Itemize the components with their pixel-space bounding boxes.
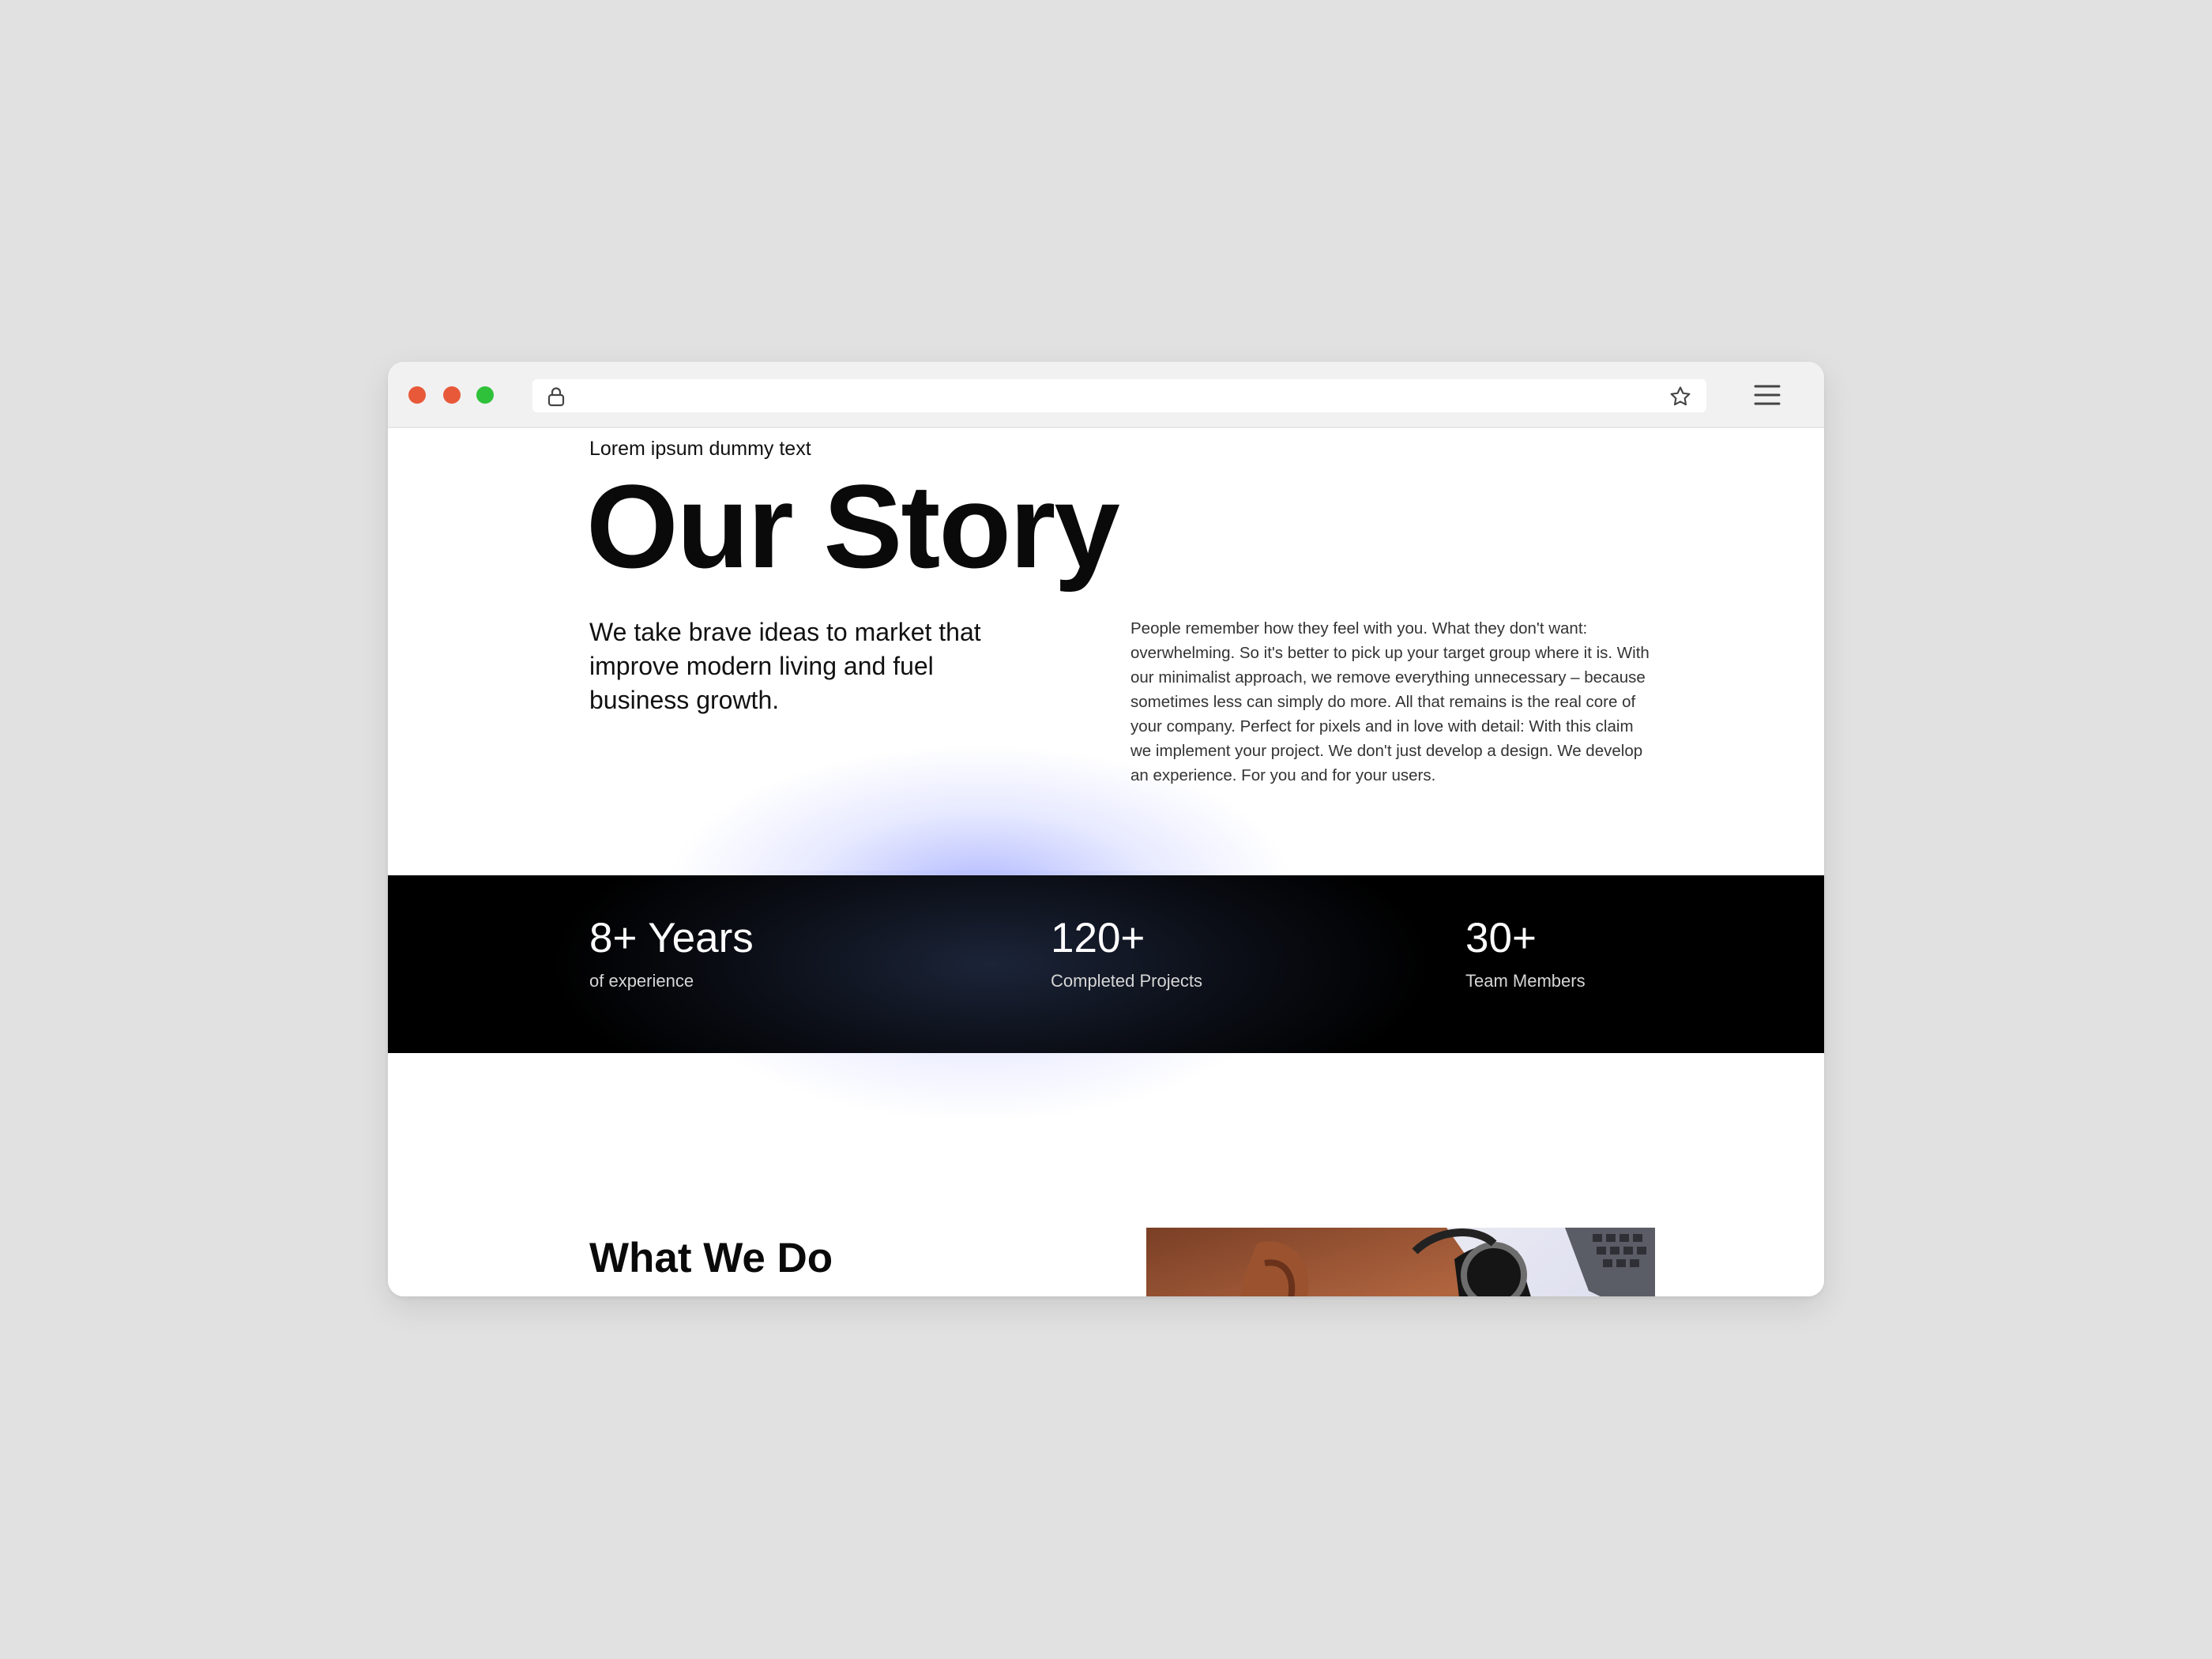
minimize-window-button[interactable] (443, 386, 461, 404)
hamburger-menu-icon[interactable] (1753, 383, 1781, 407)
stat-value: 30+ (1465, 915, 1537, 961)
hero-eyebrow: Lorem ipsum dummy text (589, 438, 811, 460)
star-icon[interactable] (1668, 385, 1692, 408)
address-bar[interactable] (532, 379, 1706, 412)
stat-value: 120+ (1051, 915, 1146, 961)
stat-team: 30+ Team Members (1465, 915, 1586, 991)
browser-toolbar (388, 362, 1824, 428)
stat-label: of experience (589, 970, 694, 991)
what-we-do-heading: What We Do (589, 1235, 833, 1281)
stat-value: 8+ Years (589, 915, 754, 961)
maximize-window-button[interactable] (476, 386, 494, 404)
stat-experience: 8+ Years of experience (589, 915, 754, 991)
stat-label: Completed Projects (1051, 970, 1202, 991)
hero-description: People remember how they feel with you. … (1130, 619, 1650, 784)
stat-projects: 120+ Completed Projects (1051, 915, 1202, 991)
close-window-button[interactable] (408, 386, 426, 404)
lock-icon (547, 386, 566, 407)
hero-tagline: We take brave ideas to market that impro… (589, 618, 981, 714)
page-title: Our Story (586, 460, 1120, 592)
team-photo (1146, 1228, 1655, 1296)
stat-label: Team Members (1465, 970, 1586, 991)
browser-window: Lorem ipsum dummy text Our Story We take… (388, 362, 1824, 1296)
stats-band: 8+ Years of experience 120+ Completed Pr… (388, 875, 1824, 1053)
page-content: Lorem ipsum dummy text Our Story We take… (388, 428, 1824, 1296)
